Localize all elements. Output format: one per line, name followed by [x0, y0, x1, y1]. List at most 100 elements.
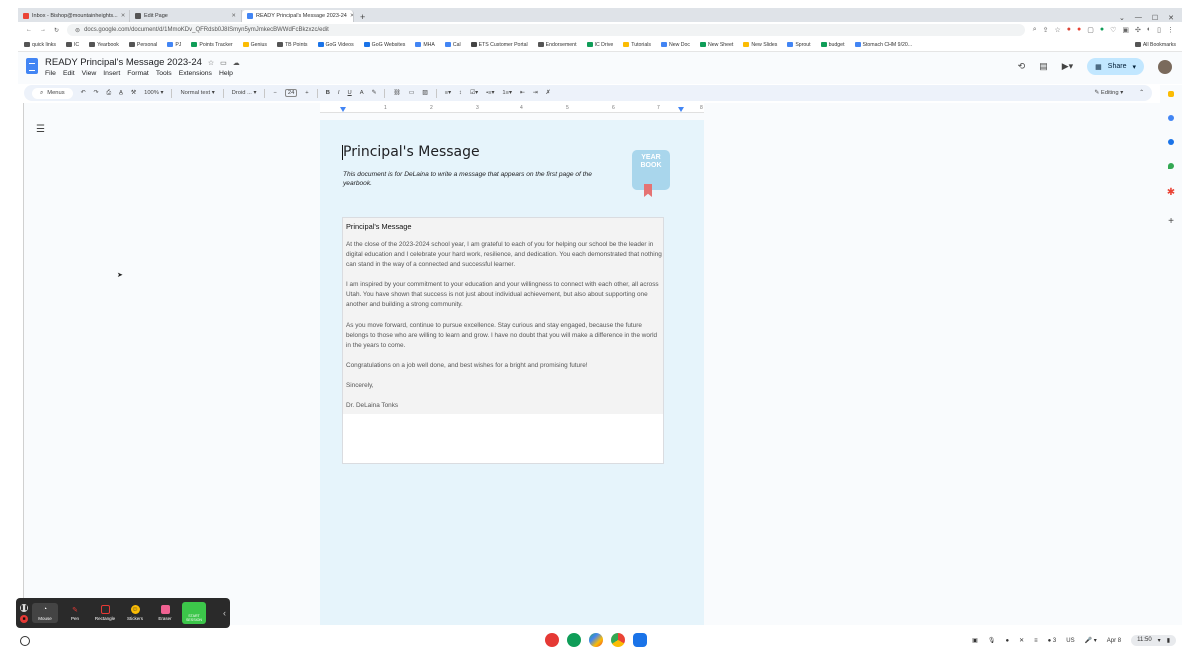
mic-icon[interactable]: 🎙 [988, 637, 996, 644]
page-subtitle[interactable]: This document is for DeLaina to write a … [343, 170, 615, 188]
tab-principals-message[interactable]: READY Principal's Message 2023-24 ✕ [242, 10, 354, 22]
bookmark-item[interactable]: ETS Customer Portal [470, 42, 528, 48]
font-size-input[interactable]: 24 [284, 89, 298, 97]
bookmark-item[interactable]: New Sheet [700, 42, 733, 48]
extension-icon[interactable]: ▣ [1122, 26, 1129, 34]
tab-gmail[interactable]: Inbox - Bishop@mountainheights... ✕ [18, 10, 130, 22]
status-icon[interactable]: ● 3 [1048, 638, 1057, 644]
indent-increase-icon[interactable]: ⇥ [533, 90, 538, 96]
sidepanel-icon[interactable]: ▯ [1157, 26, 1161, 34]
avatar[interactable] [1158, 59, 1172, 74]
reload-icon[interactable]: ↻ [54, 27, 59, 34]
tool-eraser[interactable]: Eraser [152, 605, 178, 621]
highlight-icon[interactable]: ✎ [372, 90, 377, 96]
align-icon[interactable]: ≡▾ [445, 90, 451, 96]
pause-icon[interactable]: ❚❚ [20, 603, 28, 612]
app-icon[interactable] [545, 633, 559, 647]
bookmark-item[interactable]: TB Points [277, 42, 308, 48]
bookmark-item[interactable]: GoG Websites [363, 42, 405, 48]
menus-search[interactable]: ⌕ Menus [32, 87, 73, 99]
bookmark-item[interactable]: budget [820, 42, 845, 48]
new-tab-button[interactable]: + [354, 12, 371, 22]
increase-font-icon[interactable]: + [305, 90, 308, 96]
share-page-icon[interactable]: ⇪ [1043, 26, 1049, 34]
bookmark-item[interactable]: Points Tracker [191, 42, 233, 48]
tab-search-icon[interactable]: ⌄ [1119, 14, 1125, 22]
bold-icon[interactable]: B [326, 90, 330, 96]
bookmark-item[interactable]: IC Drive [586, 42, 613, 48]
bookmark-item[interactable]: IC [65, 42, 79, 48]
date-label[interactable]: Apr 8 [1107, 638, 1121, 644]
menu-format[interactable]: Format [127, 70, 149, 77]
files-icon[interactable] [633, 633, 647, 647]
bookmark-item[interactable]: Personal [128, 42, 157, 48]
bookmark-item[interactable]: New Slides [743, 42, 777, 48]
bookmark-item[interactable]: Yearbook [89, 42, 119, 48]
url-field[interactable]: ⊜ docs.google.com/document/d/1MmoKDv_QFR… [67, 24, 1025, 36]
line-spacing-icon[interactable]: ↕ [459, 90, 462, 96]
stop-icon[interactable]: ■ [20, 614, 28, 623]
menu-extensions[interactable]: Extensions [179, 70, 212, 77]
classroom-icon[interactable] [567, 633, 581, 647]
share-button[interactable]: ▦ Share ▾ [1087, 58, 1144, 75]
puzzle-icon[interactable]: ✣ [1135, 26, 1141, 34]
menu-view[interactable]: View [82, 70, 97, 77]
search-icon[interactable]: ⌕ [1033, 26, 1037, 34]
start-session-button[interactable]: START SESSION [182, 602, 206, 624]
document-page[interactable]: Principal's Message This document is for… [320, 120, 704, 625]
move-folder-icon[interactable]: ▭ [220, 59, 227, 67]
add-icon[interactable]: + [1168, 216, 1174, 227]
outline-icon[interactable]: ☰ [36, 124, 45, 135]
comments-icon[interactable]: ▤ [1039, 61, 1048, 72]
indent-decrease-icon[interactable]: ⇤ [520, 90, 525, 96]
style-select[interactable]: Normal text ▾ [180, 90, 214, 96]
zoom-select[interactable]: 100% ▾ [144, 90, 163, 96]
contacts-icon[interactable] [1168, 139, 1174, 145]
menu-help[interactable]: Help [219, 70, 233, 77]
menu-file[interactable]: File [45, 70, 56, 77]
chrome-icon[interactable] [611, 633, 625, 647]
close-window-icon[interactable]: ✕ [1168, 14, 1174, 22]
extension-icon[interactable]: ● [1100, 26, 1104, 34]
print-icon[interactable]: ⎙ [106, 90, 111, 97]
right-indent-marker[interactable] [678, 107, 684, 112]
paint-format-icon[interactable]: ⚒ [131, 90, 136, 96]
menu-edit[interactable]: Edit [63, 70, 75, 77]
cloud-saved-icon[interactable]: ☁ [233, 59, 240, 67]
checklist-icon[interactable]: ☑▾ [470, 90, 478, 96]
forward-icon[interactable]: → [40, 27, 46, 33]
image-icon[interactable]: ▨ [422, 90, 427, 96]
page-title[interactable]: Principal's Message [342, 144, 480, 160]
keyboard-layout[interactable]: US [1066, 638, 1074, 644]
history-icon[interactable]: ⟲ [1018, 61, 1026, 72]
clear-format-icon[interactable]: ✗ [546, 90, 551, 96]
launcher-icon[interactable] [20, 636, 30, 646]
italic-icon[interactable]: I [338, 90, 340, 96]
numbered-list-icon[interactable]: 1≡▾ [502, 90, 512, 96]
keep-icon[interactable] [1168, 91, 1174, 97]
link-icon[interactable]: ⛓ [393, 90, 400, 96]
comment-icon[interactable]: ▭ [409, 90, 414, 96]
bookmark-item[interactable]: quick links [24, 42, 56, 48]
tool-pen[interactable]: ✎ Pen [62, 605, 88, 622]
bookmark-item[interactable]: Genius [242, 42, 267, 48]
bookmark-item[interactable]: Cal [444, 42, 461, 48]
collapse-icon[interactable]: ⌃ [1139, 90, 1144, 96]
bullet-list-icon[interactable]: •≡▾ [486, 90, 494, 96]
system-tray-button[interactable]: 11:50 ▾ ▮ [1131, 635, 1176, 646]
undo-icon[interactable]: ↶ [81, 90, 86, 96]
star-icon[interactable]: ☆ [1055, 26, 1061, 34]
font-select[interactable]: Droid ... ▾ [232, 90, 257, 96]
play-store-icon[interactable] [589, 633, 603, 647]
extension-icon[interactable]: ♡ [1110, 26, 1116, 34]
bookmark-item[interactable]: MHA [415, 42, 435, 48]
menu-insert[interactable]: Insert [103, 70, 120, 77]
notification-icon[interactable]: ≡ [1034, 638, 1038, 644]
maps-icon[interactable] [1168, 163, 1174, 169]
editing-mode[interactable]: ✎ Editing ▾ ⌃ [1094, 90, 1144, 96]
screenshot-icon[interactable]: ▣ [972, 637, 978, 644]
bookmark-item[interactable]: New Doc [660, 42, 690, 48]
redo-icon[interactable]: ↷ [94, 90, 99, 96]
bookmark-item[interactable]: GoG Videos [317, 42, 354, 48]
back-icon[interactable]: ← [26, 27, 32, 33]
